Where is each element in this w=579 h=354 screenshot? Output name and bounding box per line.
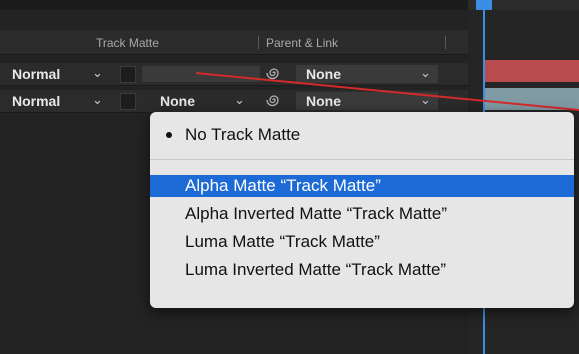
- menu-item-label: Luma Inverted Matte “Track Matte”: [185, 260, 447, 279]
- menu-item-luma-inverted-matte[interactable]: Luma Inverted Matte “Track Matte”: [150, 259, 574, 281]
- menu-item-no-track-matte[interactable]: No Track Matte: [150, 124, 574, 146]
- menu-item-label: Alpha Matte “Track Matte”: [185, 176, 381, 195]
- menu-divider: [150, 159, 574, 160]
- menu-item-luma-matte[interactable]: Luma Matte “Track Matte”: [150, 231, 574, 253]
- menu-item-label: No Track Matte: [185, 125, 301, 144]
- menu-item-alpha-matte[interactable]: Alpha Matte “Track Matte”: [150, 175, 574, 197]
- track-matte-dropdown-menu: No Track Matte Alpha Matte “Track Matte”…: [150, 112, 574, 308]
- menu-item-alpha-inverted-matte[interactable]: Alpha Inverted Matte “Track Matte”: [150, 203, 574, 225]
- bullet-dot-icon: [166, 132, 172, 138]
- menu-item-label: Alpha Inverted Matte “Track Matte”: [185, 204, 448, 223]
- menu-item-label: Luma Matte “Track Matte”: [185, 232, 380, 251]
